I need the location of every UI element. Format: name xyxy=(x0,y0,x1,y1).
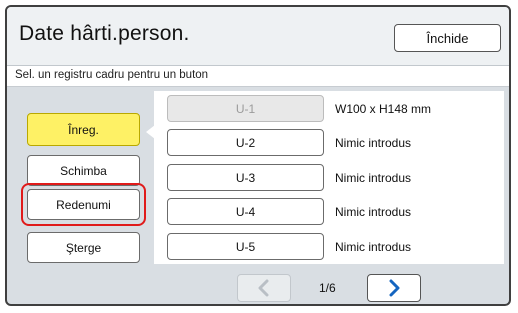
instruction-bar: Sel. un registru cadru pentru un buton xyxy=(7,66,509,87)
slot-button-u3[interactable]: U-3 xyxy=(167,164,324,191)
slot-description-u2: Nimic introdus xyxy=(335,136,412,150)
custom-paper-screen: Date hârti.person. Închide Sel. un regis… xyxy=(5,5,511,306)
rename-button[interactable]: Redenumi xyxy=(27,189,140,220)
header-bar: Date hârti.person. Închide xyxy=(7,7,509,66)
slot-description-u4: Nimic introdus xyxy=(335,205,412,219)
slot-description-u1: W100 x H148 mm xyxy=(335,102,432,116)
instruction-text: Sel. un registru cadru pentru un buton xyxy=(15,69,209,81)
chevron-right-icon xyxy=(389,279,400,297)
panel-pointer xyxy=(146,125,155,139)
close-button[interactable]: Închide xyxy=(394,24,501,52)
page-indicator: 1/6 xyxy=(319,281,336,295)
slot-button-u5[interactable]: U-5 xyxy=(167,233,324,260)
slot-description-u5: Nimic introdus xyxy=(335,240,412,254)
slot-description-u3: Nimic introdus xyxy=(335,171,412,185)
delete-button[interactable]: Şterge xyxy=(27,232,140,263)
slot-button-u4[interactable]: U-4 xyxy=(167,198,324,225)
change-button[interactable]: Schimba xyxy=(27,155,140,186)
next-page-button[interactable] xyxy=(367,274,421,302)
chevron-left-icon xyxy=(258,279,269,297)
page-title: Date hârti.person. xyxy=(19,22,190,45)
slot-button-u1[interactable]: U-1 xyxy=(167,95,324,122)
previous-page-button[interactable] xyxy=(237,274,291,302)
slot-button-u2[interactable]: U-2 xyxy=(167,129,324,156)
register-button[interactable]: Înreg. xyxy=(27,113,140,146)
